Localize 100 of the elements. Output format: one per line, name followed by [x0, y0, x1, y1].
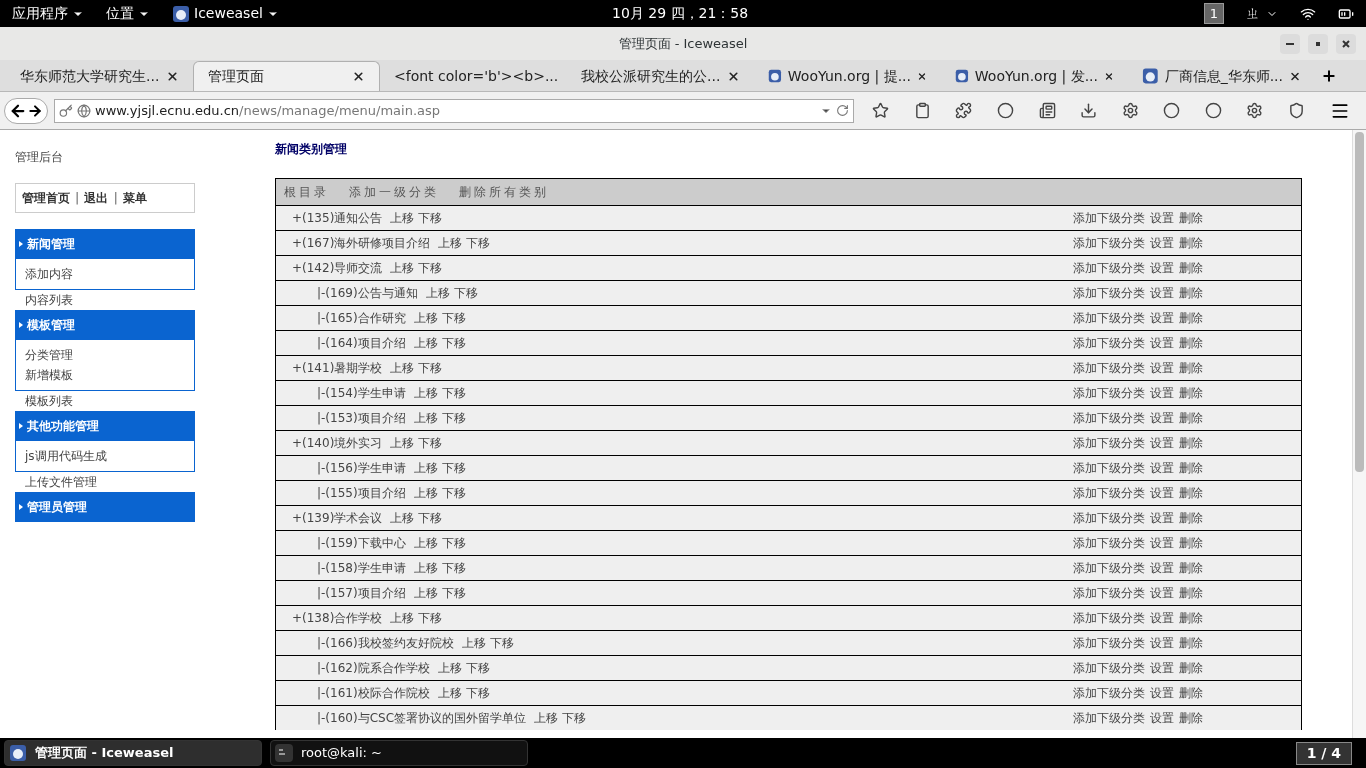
- move-link[interactable]: 下移: [466, 236, 491, 250]
- action-link[interactable]: 添加下级分类: [1073, 586, 1145, 600]
- action-link[interactable]: 添加下级分类: [1073, 411, 1145, 425]
- move-link[interactable]: 上移: [438, 236, 463, 250]
- action-link[interactable]: 设置: [1150, 486, 1174, 500]
- move-link[interactable]: 上移: [413, 536, 438, 550]
- action-link[interactable]: 设置: [1150, 411, 1174, 425]
- action-link[interactable]: 添加下级分类: [1073, 686, 1145, 700]
- browser-tab[interactable]: <font color='b'><b>...: [380, 61, 567, 91]
- move-link[interactable]: 下移: [465, 661, 490, 675]
- sidebar-item[interactable]: 新增模板: [25, 366, 185, 384]
- action-link[interactable]: 删除: [1179, 636, 1203, 650]
- move-link[interactable]: 下移: [562, 711, 586, 725]
- action-link[interactable]: 删除: [1179, 661, 1203, 675]
- move-link[interactable]: 上移: [413, 311, 438, 325]
- toolbar-link[interactable]: 根目录: [284, 183, 329, 201]
- action-link[interactable]: 设置: [1150, 436, 1174, 450]
- clipboard-icon[interactable]: [913, 102, 931, 119]
- move-link[interactable]: 下移: [465, 686, 490, 700]
- move-link[interactable]: 下移: [418, 436, 443, 450]
- move-link[interactable]: 上移: [413, 411, 438, 425]
- reload-icon[interactable]: [836, 104, 849, 117]
- move-link[interactable]: 上移: [413, 386, 438, 400]
- move-link[interactable]: 下移: [418, 361, 443, 375]
- move-link[interactable]: 下移: [441, 561, 466, 575]
- move-link[interactable]: 下移: [441, 411, 466, 425]
- circle-icon[interactable]: [997, 102, 1014, 119]
- move-link[interactable]: 上移: [390, 261, 415, 275]
- action-link[interactable]: 添加下级分类: [1073, 211, 1145, 225]
- move-link[interactable]: 上移: [390, 211, 415, 225]
- star-icon[interactable]: [872, 102, 890, 119]
- action-link[interactable]: 添加下级分类: [1073, 236, 1145, 250]
- move-link[interactable]: 上移: [390, 611, 415, 625]
- action-link[interactable]: 删除: [1179, 586, 1203, 600]
- close-button[interactable]: [1336, 33, 1356, 54]
- action-link[interactable]: 删除: [1179, 486, 1203, 500]
- new-tab-icon[interactable]: [1321, 68, 1337, 84]
- section-header[interactable]: 管理员管理: [15, 492, 195, 522]
- nav-link[interactable]: 菜单: [122, 189, 147, 207]
- move-link[interactable]: 下移: [418, 211, 443, 225]
- action-link[interactable]: 设置: [1150, 561, 1174, 575]
- forward-icon[interactable]: [27, 102, 43, 119]
- action-link[interactable]: 添加下级分类: [1073, 611, 1145, 625]
- download-icon[interactable]: [1080, 102, 1098, 119]
- nav-link[interactable]: 管理首页: [22, 189, 70, 207]
- sidebar-item[interactable]: 模板列表: [15, 391, 195, 411]
- action-link[interactable]: 设置: [1150, 511, 1174, 525]
- move-link[interactable]: 下移: [441, 586, 466, 600]
- taskbar-window[interactable]: root@kali: ~: [270, 740, 528, 766]
- action-link[interactable]: 添加下级分类: [1073, 711, 1145, 725]
- action-link[interactable]: 删除: [1179, 336, 1203, 350]
- move-link[interactable]: 上移: [413, 486, 438, 500]
- sidebar-item[interactable]: 添加内容: [25, 265, 185, 283]
- action-link[interactable]: 添加下级分类: [1073, 636, 1145, 650]
- action-link[interactable]: 删除: [1179, 711, 1203, 725]
- action-link[interactable]: 删除: [1179, 436, 1203, 450]
- move-link[interactable]: 上移: [390, 511, 415, 525]
- action-link[interactable]: 删除: [1179, 686, 1203, 700]
- sidebar-item[interactable]: 分类管理: [25, 346, 185, 364]
- top-menu[interactable]: Iceweasel: [172, 3, 279, 24]
- browser-tab[interactable]: 我校公派研究生的公...: [567, 61, 754, 91]
- action-link[interactable]: 设置: [1150, 686, 1174, 700]
- sidebar-item[interactable]: 内容列表: [15, 290, 195, 310]
- gear-icon[interactable]: [1246, 102, 1264, 119]
- action-link[interactable]: 设置: [1150, 661, 1174, 675]
- action-link[interactable]: 设置: [1150, 261, 1174, 275]
- section-header[interactable]: 其他功能管理: [15, 411, 195, 441]
- action-link[interactable]: 添加下级分类: [1073, 261, 1145, 275]
- close-tab-icon[interactable]: [727, 69, 740, 83]
- circle-icon[interactable]: [1163, 102, 1181, 119]
- toolbar-link[interactable]: 添加一级分类: [349, 183, 439, 201]
- action-link[interactable]: 设置: [1150, 636, 1174, 650]
- action-link[interactable]: 添加下级分类: [1073, 536, 1145, 550]
- action-link[interactable]: 删除: [1179, 361, 1203, 375]
- move-link[interactable]: 下移: [441, 311, 466, 325]
- workspace-pager[interactable]: 1 / 4: [1295, 741, 1352, 765]
- minimize-button[interactable]: [1280, 33, 1300, 54]
- move-link[interactable]: 上移: [413, 461, 438, 475]
- move-link[interactable]: 上移: [390, 436, 415, 450]
- browser-tab[interactable]: 管理页面: [193, 61, 380, 91]
- toolbar-link[interactable]: 删除所有类别: [459, 183, 549, 201]
- action-link[interactable]: 设置: [1150, 336, 1174, 350]
- action-link[interactable]: 删除: [1179, 536, 1203, 550]
- action-link[interactable]: 删除: [1179, 311, 1203, 325]
- move-link[interactable]: 上移: [437, 686, 462, 700]
- action-link[interactable]: 添加下级分类: [1073, 286, 1145, 300]
- move-link[interactable]: 下移: [441, 486, 466, 500]
- action-link[interactable]: 添加下级分类: [1073, 661, 1145, 675]
- section-header[interactable]: 模板管理: [15, 310, 195, 340]
- workspace-indicator[interactable]: 1: [1203, 2, 1224, 25]
- move-link[interactable]: 下移: [489, 636, 514, 650]
- move-link[interactable]: 上移: [461, 636, 486, 650]
- move-link[interactable]: 下移: [418, 261, 443, 275]
- move-link[interactable]: 上移: [413, 561, 438, 575]
- move-link[interactable]: 上移: [425, 286, 450, 300]
- action-link[interactable]: 添加下级分类: [1073, 511, 1145, 525]
- maximize-button[interactable]: [1308, 33, 1328, 54]
- close-tab-icon[interactable]: [352, 70, 365, 83]
- action-link[interactable]: 设置: [1150, 711, 1174, 725]
- browser-tab[interactable]: 厂商信息_华东师...: [1128, 61, 1315, 91]
